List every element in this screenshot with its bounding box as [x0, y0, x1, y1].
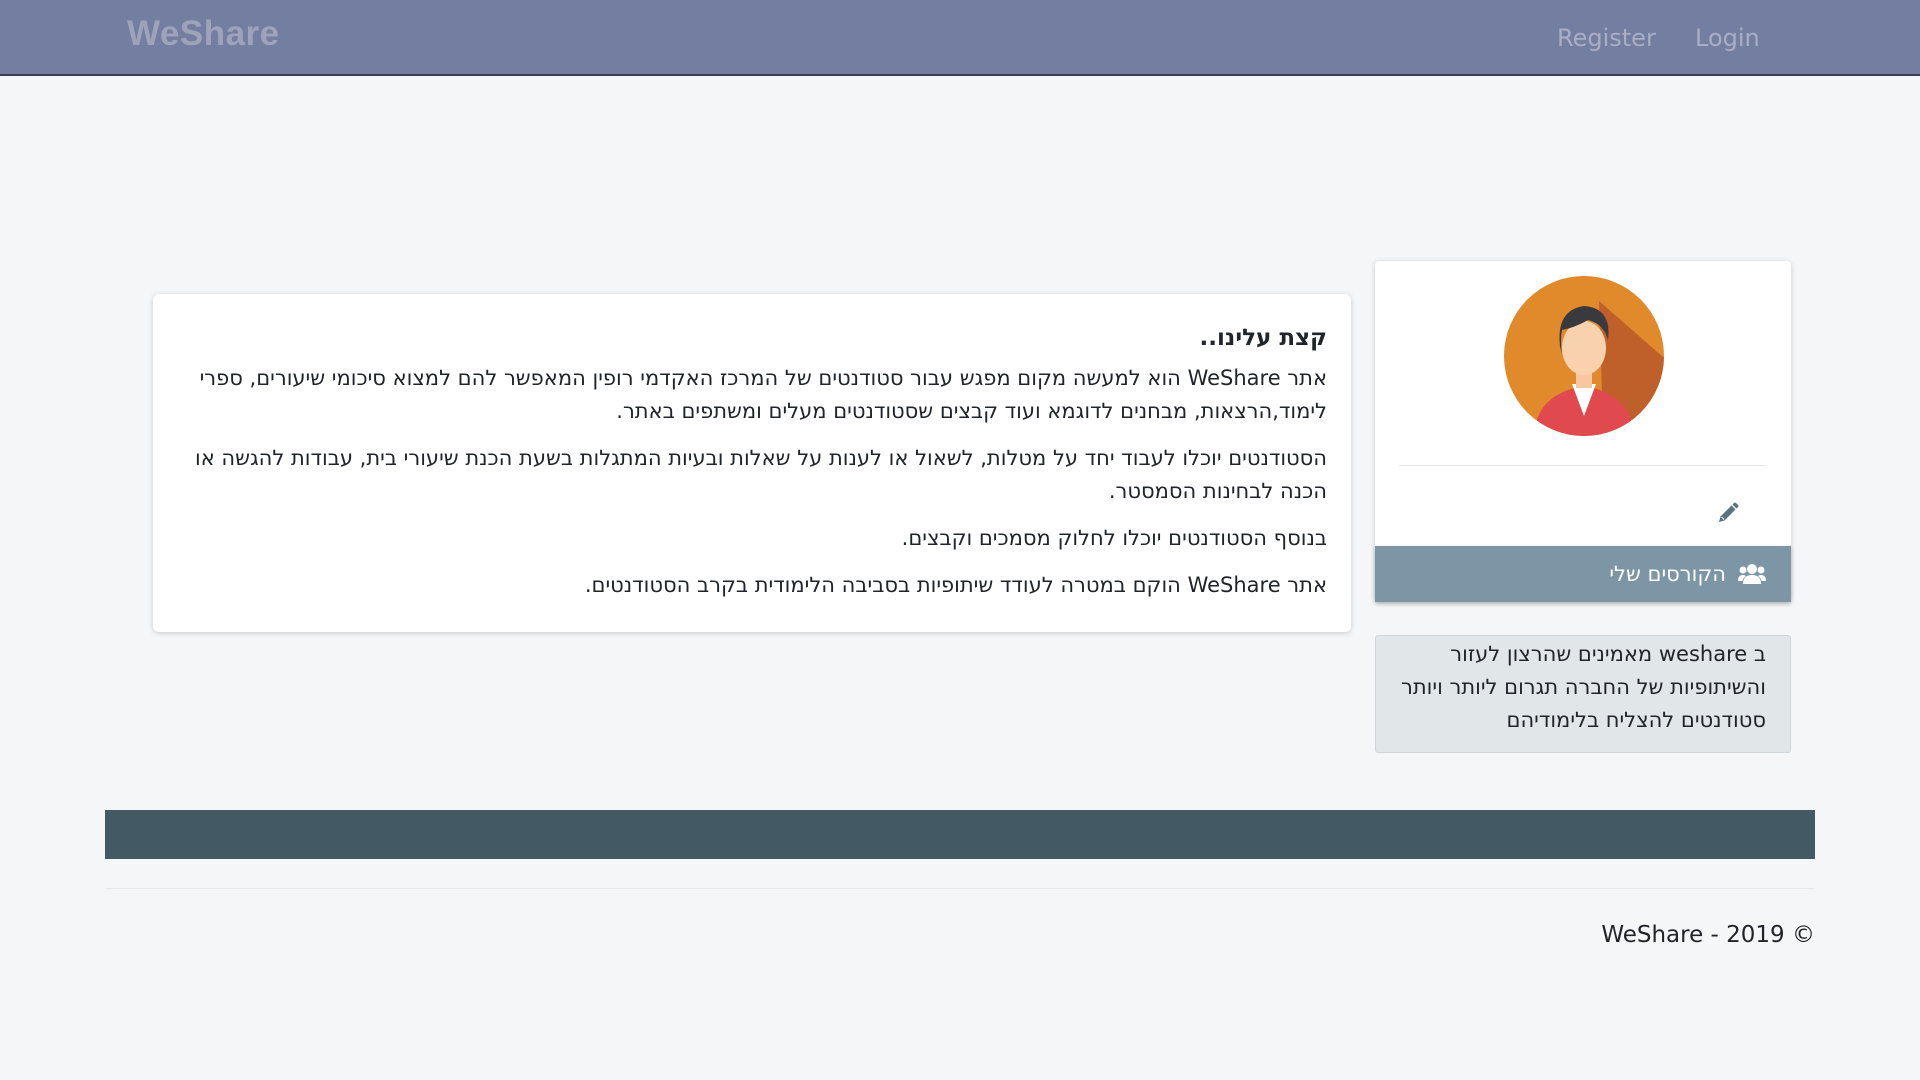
- copyright-text: WeShare - 2019 ©: [1601, 922, 1815, 948]
- about-paragraph: בנוסף הסטודנטים יוכלו לחלוק מסמכים וקבצי…: [901, 526, 1327, 550]
- users-icon: [1738, 564, 1766, 584]
- my-courses-button[interactable]: הקורסים שלי: [1375, 546, 1791, 602]
- profile-divider: [1399, 465, 1767, 466]
- register-link[interactable]: Register: [1557, 24, 1656, 52]
- my-courses-label: הקורסים שלי: [1609, 562, 1726, 586]
- about-paragraph: אתר WeShare הוקם במטרה לעודד שיתופיות בס…: [584, 573, 1327, 597]
- navbar-border-gap: [1815, 76, 1920, 78]
- brand-logo[interactable]: WeShare: [127, 14, 280, 54]
- footer-bar: [105, 810, 1815, 859]
- user-avatar-icon: [1504, 276, 1664, 436]
- about-paragraph: הסטודנטים יוכלו לעבוד יחד על מטלות, לשאו…: [194, 446, 1327, 503]
- about-card: קצת עלינו.. אתר WeShare הוא למעשה מקום מ…: [153, 294, 1351, 632]
- pencil-icon[interactable]: [1716, 501, 1740, 525]
- about-title: קצת עלינו..: [1199, 325, 1327, 351]
- about-paragraph: אתר WeShare הוא למעשה מקום מפגש עבור סטו…: [199, 366, 1327, 423]
- login-link[interactable]: Login: [1695, 24, 1760, 52]
- info-box: ב weshare מאמינים שהרצון לעזור והשיתופיו…: [1375, 635, 1791, 753]
- footer-divider: [105, 888, 1815, 889]
- top-navbar: WeShare Register Login: [0, 0, 1920, 76]
